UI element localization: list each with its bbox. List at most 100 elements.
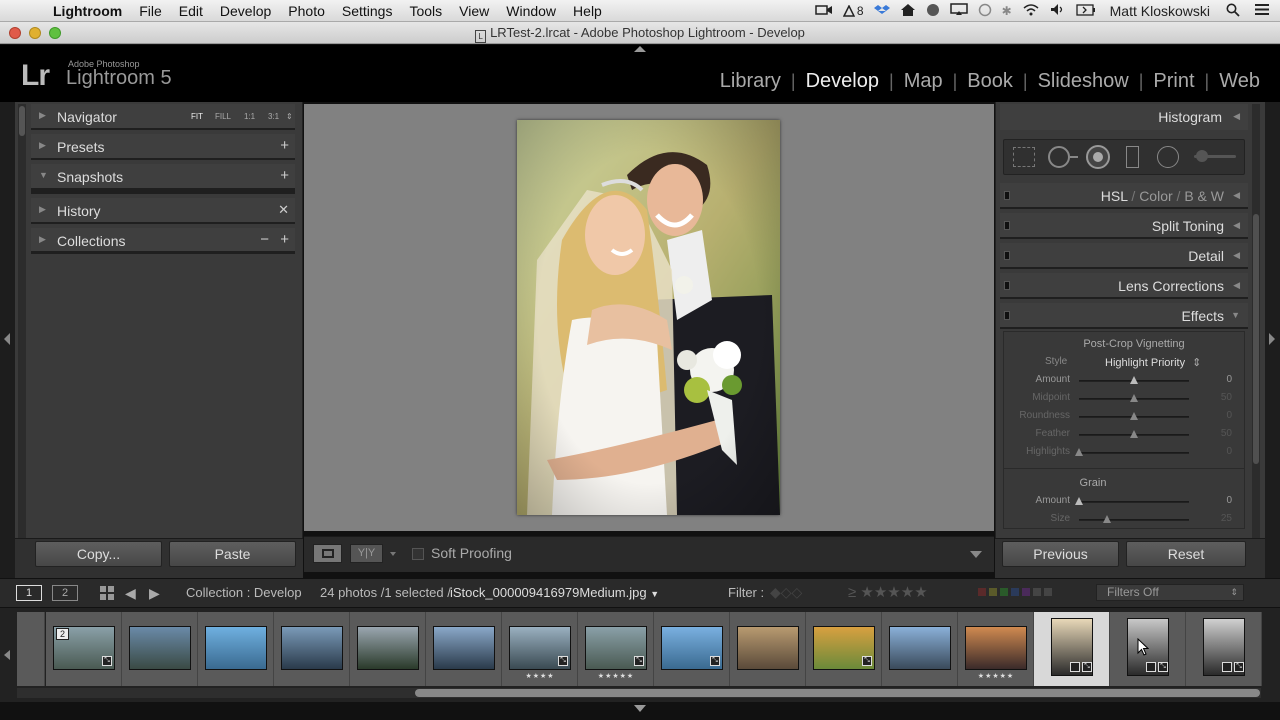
panel-switch-icon[interactable]	[1004, 221, 1010, 230]
filters-select[interactable]: Filters Off ⇕	[1096, 584, 1244, 601]
menu-file[interactable]: File	[139, 3, 162, 19]
filmstrip-thumb[interactable]	[198, 612, 274, 686]
filmstrip-toggle-icon[interactable]	[4, 650, 10, 660]
split-toning-header[interactable]: Split Toning ◀	[1000, 213, 1248, 239]
vignette-amount-handle[interactable]	[1130, 376, 1138, 384]
menu-help[interactable]: Help	[573, 3, 602, 19]
color-swatch[interactable]	[1044, 588, 1052, 596]
filmstrip-thumb[interactable]: ⤡	[1186, 612, 1262, 686]
back-arrow-icon[interactable]: ◀	[125, 585, 136, 602]
menu-edit[interactable]: Edit	[179, 3, 203, 19]
vignette-style-select[interactable]: Highlight Priority ⇕	[1105, 356, 1201, 369]
zoom-menu-icon[interactable]: ⇕	[286, 112, 293, 121]
tab-hsl[interactable]: HSL	[1101, 188, 1128, 204]
airplay-icon[interactable]	[949, 3, 968, 19]
menu-window[interactable]: Window	[506, 3, 556, 19]
reset-button[interactable]: Reset	[1126, 541, 1246, 567]
grain-amount-handle[interactable]	[1075, 497, 1083, 505]
menu-develop[interactable]: Develop	[220, 3, 271, 19]
time-machine-icon[interactable]	[978, 3, 992, 20]
filmstrip-thumb[interactable]: ⤡	[654, 612, 730, 686]
vignette-midpoint-value[interactable]: 50	[1200, 392, 1232, 403]
stack-count-badge[interactable]: 2	[56, 628, 69, 640]
secondary-display-1[interactable]: 1	[16, 585, 42, 601]
add-collection-icon[interactable]: +	[280, 231, 289, 248]
loupe-view-icon[interactable]	[313, 544, 342, 563]
right-panel-toggle-icon[interactable]	[1269, 333, 1275, 345]
filmstrip-thumb[interactable]	[730, 612, 806, 686]
vignette-highlights-slider[interactable]	[1079, 452, 1189, 454]
toolbar-menu-icon[interactable]	[970, 551, 982, 558]
module-book[interactable]: Book	[957, 70, 1023, 93]
rating-filter[interactable]: ≥ ★★★★★	[848, 583, 928, 601]
grid-view-icon[interactable]	[100, 586, 114, 603]
paste-button[interactable]: Paste	[169, 541, 296, 567]
menu-photo[interactable]: Photo	[288, 3, 325, 19]
adobe-icon[interactable]: 8	[842, 4, 864, 18]
module-library[interactable]: Library	[710, 70, 791, 93]
previous-button[interactable]: Previous	[1002, 541, 1119, 567]
secondary-display-2[interactable]: 2	[52, 585, 78, 601]
effects-header[interactable]: Effects ▼	[1000, 303, 1248, 329]
camera-icon[interactable]	[815, 4, 833, 19]
filmstrip-thumb[interactable]: ★★★★★	[958, 612, 1034, 686]
zoom-3-1[interactable]: 3:1	[268, 112, 279, 121]
grain-amount-slider[interactable]	[1079, 501, 1189, 503]
remove-collection-icon[interactable]: −	[260, 231, 269, 248]
filmstrip-thumb[interactable]: ⤡ ★★★★	[502, 612, 578, 686]
bottom-panel-toggle-icon[interactable]	[634, 705, 646, 712]
vignette-roundness-handle[interactable]	[1130, 412, 1138, 420]
filmstrip-thumb[interactable]	[426, 612, 502, 686]
hsl-header[interactable]: HSL / Color / B & W ◀	[1000, 183, 1248, 209]
module-slideshow[interactable]: Slideshow	[1028, 70, 1139, 93]
menu-view[interactable]: View	[459, 3, 489, 19]
add-snapshot-icon[interactable]: +	[280, 167, 289, 184]
module-print[interactable]: Print	[1143, 70, 1204, 93]
compare-menu-icon[interactable]	[390, 552, 396, 556]
filmstrip-thumb[interactable]: ⤡	[806, 612, 882, 686]
filmstrip-thumb[interactable]: 2 ⤡	[46, 612, 122, 686]
zoom-fill[interactable]: FILL	[215, 112, 231, 121]
dropbox-icon[interactable]	[873, 3, 890, 20]
filmstrip-thumb[interactable]	[274, 612, 350, 686]
module-map[interactable]: Map	[894, 70, 953, 93]
vignette-roundness-value[interactable]: 0	[1200, 410, 1232, 421]
panel-switch-icon[interactable]	[1004, 251, 1010, 260]
grain-size-value[interactable]: 25	[1200, 513, 1232, 524]
notification-center-icon[interactable]	[1254, 3, 1270, 19]
left-panel-scroll-thumb[interactable]	[19, 106, 25, 136]
filmstrip-thumb[interactable]: ⤡ ★★★★★	[578, 612, 654, 686]
filmstrip-thumb[interactable]	[350, 612, 426, 686]
soft-proofing-label[interactable]: Soft Proofing	[431, 545, 512, 561]
collection-source[interactable]: Collection : Develop	[186, 585, 302, 600]
collections-header[interactable]: ▶ Collections − +	[31, 228, 295, 254]
module-web[interactable]: Web	[1209, 70, 1270, 93]
crop-tool-icon[interactable]	[1013, 147, 1035, 167]
zoom-1-1[interactable]: 1:1	[244, 112, 255, 121]
color-swatch[interactable]	[1011, 588, 1019, 596]
history-header[interactable]: ▶ History ✕	[31, 198, 295, 224]
color-swatch[interactable]	[1033, 588, 1041, 596]
left-panel-scrollbar[interactable]	[18, 104, 26, 574]
flag-filter-icons[interactable]: ◆◇◇	[770, 584, 802, 601]
vignette-feather-value[interactable]: 50	[1200, 428, 1232, 439]
top-panel-toggle-icon[interactable]	[634, 46, 646, 52]
battery-icon[interactable]	[1075, 3, 1096, 19]
navigator-header[interactable]: ▶ Navigator FIT FILL 1:1 3:1 ⇕	[31, 104, 295, 130]
color-swatch[interactable]	[989, 588, 997, 596]
add-preset-icon[interactable]: +	[280, 137, 289, 154]
vignette-highlights-handle[interactable]	[1075, 448, 1083, 456]
panel-switch-icon[interactable]	[1004, 311, 1010, 320]
spot-removal-icon[interactable]	[1048, 146, 1070, 168]
tab-color[interactable]: Color	[1139, 188, 1172, 204]
volume-icon[interactable]	[1050, 3, 1066, 19]
radial-filter-icon[interactable]	[1157, 146, 1179, 168]
selected-filename[interactable]: iStock_000009416979Medium.jpg ▼	[450, 585, 659, 600]
menu-app[interactable]: Lightroom	[53, 3, 122, 19]
vignette-feather-handle[interactable]	[1130, 430, 1138, 438]
panel-switch-icon[interactable]	[1004, 191, 1010, 200]
copy-button[interactable]: Copy...	[35, 541, 162, 567]
soft-proofing-checkbox[interactable]	[412, 548, 424, 560]
left-panel-toggle-icon[interactable]	[4, 333, 10, 345]
filmstrip-thumb[interactable]	[882, 612, 958, 686]
